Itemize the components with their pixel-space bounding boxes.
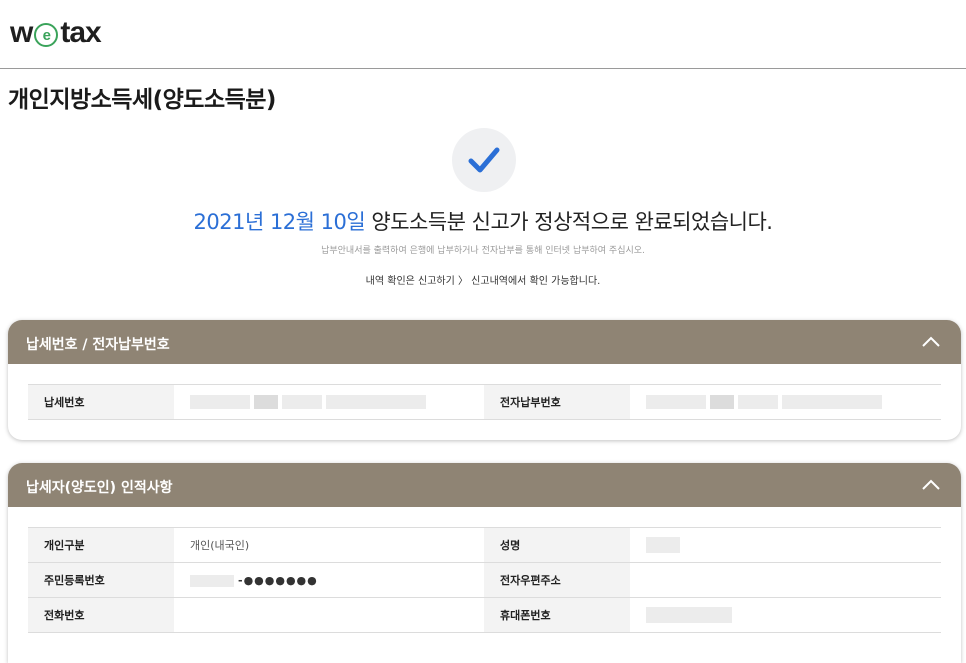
completion-badge xyxy=(452,128,516,192)
name-label: 성명 xyxy=(484,527,630,563)
table-row: 주민등록번호 -●●●●●●● 전자우편주소 xyxy=(28,562,941,598)
panel-title: 납세자(양도인) 인적사항 xyxy=(26,480,173,496)
phone-label: 전화번호 xyxy=(28,597,174,633)
e-payment-number-value xyxy=(630,384,941,420)
wetax-logo[interactable]: w e tax xyxy=(10,16,102,50)
table-row: 개인구분 개인(내국인) 성명 xyxy=(28,527,941,563)
chevron-up-icon[interactable] xyxy=(919,473,943,497)
mobile-value xyxy=(630,597,941,633)
payment-number-panel: 납세번호 / 전자납부번호 납세번호 전자납부번호 xyxy=(8,320,961,440)
resident-number-masked: -●●●●●●● xyxy=(238,573,318,587)
person-type-value: 개인(내국인) xyxy=(174,527,484,563)
completion-date: 2021년 12월 10일 xyxy=(193,210,366,234)
payment-notice: 납부안내서를 출력하여 은행에 납부하거나 전자납부를 통해 인터넷 납부하여 … xyxy=(321,246,645,256)
panel-header: 납세자(양도인) 인적사항 xyxy=(8,463,961,507)
completion-message: 2021년 12월 10일 양도소득분 신고가 정상적으로 완료되었습니다. xyxy=(0,206,966,236)
e-payment-number-label: 전자납부번호 xyxy=(484,384,630,420)
completion-text: 양도소득분 신고가 정상적으로 완료되었습니다. xyxy=(365,210,773,234)
email-label: 전자우편주소 xyxy=(484,562,630,598)
resident-number-label: 주민등록번호 xyxy=(28,562,174,598)
check-icon xyxy=(468,147,500,173)
taxpayer-info-panel: 납세자(양도인) 인적사항 개인구분 개인(내국인) 성명 주민등록번호 -●●… xyxy=(8,463,961,663)
phone-value xyxy=(174,597,484,633)
logo-e-circle: e xyxy=(34,23,59,47)
mobile-label: 휴대폰번호 xyxy=(484,597,630,633)
resident-number-value: -●●●●●●● xyxy=(174,562,484,598)
name-value xyxy=(630,527,941,563)
tax-number-value xyxy=(174,384,484,420)
top-header: w e tax xyxy=(0,0,966,69)
payment-number-table: 납세번호 전자납부번호 xyxy=(28,384,941,420)
panel-header: 납세번호 / 전자납부번호 xyxy=(8,320,961,364)
person-type-label: 개인구분 xyxy=(28,527,174,563)
logo-tax: tax xyxy=(60,16,101,49)
logo-w: w xyxy=(10,16,33,49)
chevron-up-icon[interactable] xyxy=(919,330,943,354)
table-row: 납세번호 전자납부번호 xyxy=(28,384,941,420)
page-title: 개인지방소득세(양도소득분) xyxy=(8,87,276,113)
history-notice: 내역 확인은 신고하기 〉 신고내역에서 확인 가능합니다. xyxy=(365,276,601,287)
taxpayer-table: 개인구분 개인(내국인) 성명 주민등록번호 -●●●●●●● 전자우편주소 전… xyxy=(28,527,941,633)
panel-title: 납세번호 / 전자납부번호 xyxy=(26,337,170,353)
email-value xyxy=(630,562,941,598)
tax-number-label: 납세번호 xyxy=(28,384,174,420)
table-row: 전화번호 휴대폰번호 xyxy=(28,597,941,633)
